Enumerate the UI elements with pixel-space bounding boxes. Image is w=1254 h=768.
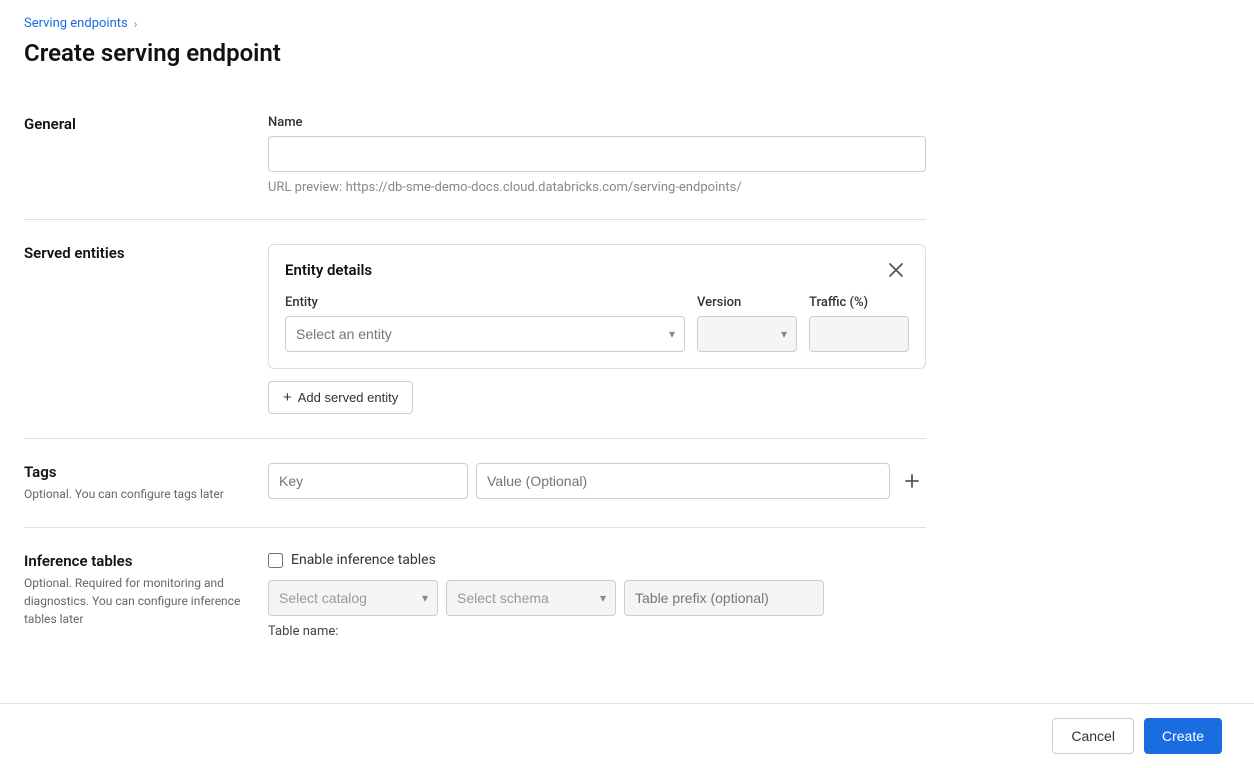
traffic-label: Traffic (%): [809, 295, 909, 310]
add-entity-label: Add served entity: [298, 390, 398, 405]
table-prefix-input[interactable]: [624, 580, 824, 616]
general-heading: General: [24, 115, 244, 133]
entity-select-wrapper: [285, 316, 685, 352]
entity-card: Entity details Entity: [268, 244, 926, 369]
enable-inference-row: Enable inference tables: [268, 552, 926, 568]
footer: Cancel Create: [0, 703, 1254, 768]
catalog-select-wrapper: Select catalog: [268, 580, 438, 616]
breadcrumb-separator: ›: [134, 17, 138, 31]
version-select[interactable]: [697, 316, 797, 352]
tag-value-input[interactable]: [476, 463, 890, 499]
tags-content: [268, 463, 926, 503]
tags-description: Optional. You can configure tags later: [24, 485, 244, 503]
page-title: Create serving endpoint: [24, 39, 926, 67]
inference-tables-label: Inference tables Optional. Required for …: [24, 552, 244, 639]
name-field-label: Name: [268, 115, 926, 130]
general-section-content: Name URL preview: https://db-sme-demo-do…: [268, 115, 926, 195]
entity-select-input[interactable]: [285, 316, 685, 352]
name-input[interactable]: [268, 136, 926, 172]
tags-label: Tags Optional. You can configure tags la…: [24, 463, 244, 503]
add-served-entity-button[interactable]: + Add served entity: [268, 381, 413, 414]
general-section-label: General: [24, 115, 244, 195]
breadcrumb: Serving endpoints ›: [24, 16, 926, 31]
served-entities-label: Served entities: [24, 244, 244, 414]
inference-tables-heading: Inference tables: [24, 552, 244, 570]
add-tag-button[interactable]: [898, 471, 926, 491]
entity-field-version: Version: [697, 295, 797, 352]
inference-tables-description: Optional. Required for monitoring and di…: [24, 574, 244, 628]
served-entities-heading: Served entities: [24, 244, 244, 262]
create-button[interactable]: Create: [1144, 718, 1222, 754]
tags-row: [268, 463, 926, 499]
url-preview-value: https://db-sme-demo-docs.cloud.databrick…: [346, 180, 742, 195]
tags-heading: Tags: [24, 463, 244, 481]
inference-selects-row: Select catalog Select schema: [268, 580, 926, 616]
entity-card-title: Entity details: [285, 261, 372, 279]
inference-tables-section: Inference tables Optional. Required for …: [24, 528, 926, 663]
plus-icon: [904, 473, 920, 489]
schema-select-wrapper: Select schema: [446, 580, 616, 616]
tags-section: Tags Optional. You can configure tags la…: [24, 439, 926, 528]
tag-key-input[interactable]: [268, 463, 468, 499]
entity-field-traffic: Traffic (%) 100: [809, 295, 909, 352]
entity-card-header: Entity details: [285, 261, 909, 279]
schema-select[interactable]: Select schema: [446, 580, 616, 616]
entity-field-entity: Entity: [285, 295, 685, 352]
url-preview-prefix: URL preview:: [268, 180, 342, 195]
entity-label: Entity: [285, 295, 685, 310]
enable-inference-label[interactable]: Enable inference tables: [291, 552, 436, 568]
enable-inference-checkbox[interactable]: [268, 553, 283, 568]
version-label: Version: [697, 295, 797, 310]
general-section: General Name URL preview: https://db-sme…: [24, 91, 926, 220]
entity-fields: Entity Version Tra: [285, 295, 909, 352]
traffic-input[interactable]: 100: [809, 316, 909, 352]
inference-tables-content: Enable inference tables Select catalog S…: [268, 552, 926, 639]
cancel-button[interactable]: Cancel: [1052, 718, 1134, 754]
plus-icon: +: [283, 389, 292, 406]
breadcrumb-link[interactable]: Serving endpoints: [24, 16, 128, 31]
close-icon: [889, 263, 903, 277]
close-entity-card-button[interactable]: [883, 261, 909, 279]
version-select-wrapper: [697, 316, 797, 352]
table-name-row: Table name:: [268, 624, 926, 639]
url-preview: URL preview: https://db-sme-demo-docs.cl…: [268, 180, 926, 195]
served-entities-section: Served entities Entity details Entity: [24, 220, 926, 439]
catalog-select[interactable]: Select catalog: [268, 580, 438, 616]
served-entities-content: Entity details Entity: [268, 244, 926, 414]
table-name-label: Table name:: [268, 624, 338, 639]
